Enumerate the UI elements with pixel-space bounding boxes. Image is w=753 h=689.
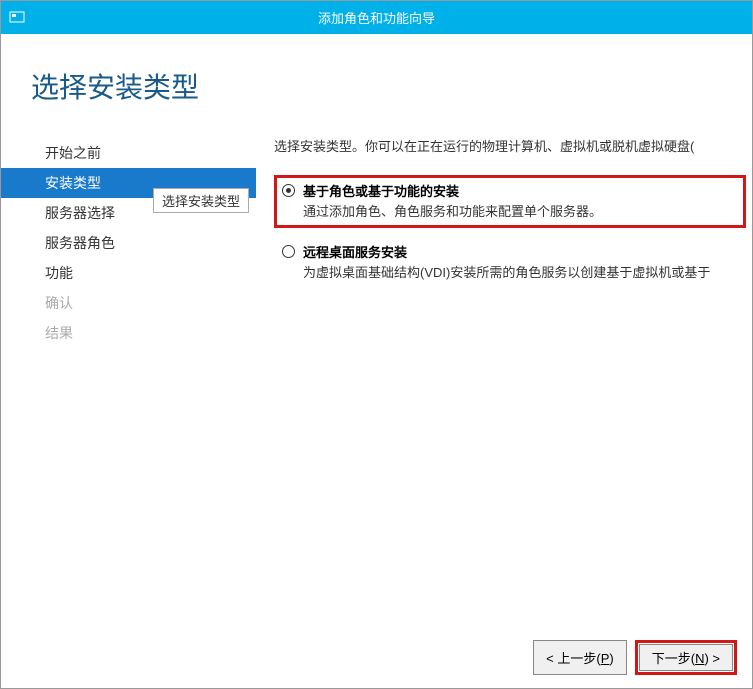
- option-remote-desktop[interactable]: 远程桌面服务安装 为虚拟桌面基础结构(VDI)安装所需的角色服务以创建基于虚拟机…: [274, 236, 746, 287]
- next-button[interactable]: 下一步(N) >: [639, 644, 733, 671]
- page-title: 选择安装类型: [1, 34, 752, 130]
- option-role-based-desc: 通过添加角色、角色服务和功能来配置单个服务器。: [303, 201, 738, 220]
- sidebar-item-confirm: 确认: [1, 288, 256, 318]
- window-title: 添加角色和功能向导: [33, 8, 744, 27]
- app-icon: [9, 10, 25, 26]
- sidebar-tooltip: 选择安装类型: [153, 188, 249, 213]
- prev-button[interactable]: < 上一步(P): [533, 640, 627, 675]
- titlebar: 添加角色和功能向导: [1, 1, 752, 34]
- main-panel: 选择安装类型。你可以在正在运行的物理计算机、虚拟机或脱机虚拟硬盘( 基于角色或基…: [256, 130, 752, 642]
- radio-remote-desktop[interactable]: [282, 245, 295, 258]
- next-button-highlight: 下一步(N) >: [635, 640, 737, 675]
- content-area: 开始之前 安装类型 服务器选择 服务器角色 功能 确认 结果 选择安装类型 选择…: [1, 130, 752, 642]
- install-type-prompt: 选择安装类型。你可以在正在运行的物理计算机、虚拟机或脱机虚拟硬盘(: [274, 136, 752, 155]
- option-role-based-title: 基于角色或基于功能的安装: [303, 181, 459, 200]
- option-role-based[interactable]: 基于角色或基于功能的安装 通过添加角色、角色服务和功能来配置单个服务器。: [274, 175, 746, 228]
- sidebar-item-server-role[interactable]: 服务器角色: [1, 228, 256, 258]
- sidebar-item-features[interactable]: 功能: [1, 258, 256, 288]
- sidebar-item-results: 结果: [1, 318, 256, 348]
- option-remote-desktop-title: 远程桌面服务安装: [303, 242, 407, 261]
- wizard-sidebar: 开始之前 安装类型 服务器选择 服务器角色 功能 确认 结果 选择安装类型: [1, 130, 256, 642]
- option-remote-desktop-desc: 为虚拟桌面基础结构(VDI)安装所需的角色服务以创建基于虚拟机或基于: [303, 262, 738, 281]
- wizard-footer: < 上一步(P) 下一步(N) >: [533, 640, 737, 675]
- radio-role-based[interactable]: [282, 184, 295, 197]
- sidebar-item-before-begin[interactable]: 开始之前: [1, 138, 256, 168]
